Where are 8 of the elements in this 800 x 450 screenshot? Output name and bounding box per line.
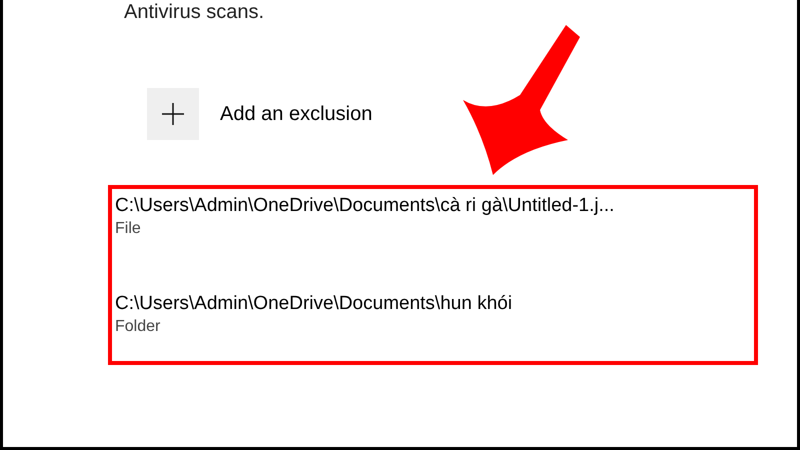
exclusion-type: Folder [115, 317, 162, 337]
exclusion-path[interactable]: C:\Users\Admin\OneDrive\Documents\cà ri gà\Untitled-1.j... [115, 193, 754, 219]
exclusion-path[interactable]: C:\Users\Admin\OneDrive\Documents\hun khói [115, 291, 754, 317]
add-button[interactable] [147, 88, 199, 140]
exclusion-type: File [115, 219, 142, 239]
add-exclusion-link[interactable]: Add an exclusion [220, 102, 372, 126]
description-text: Antivirus scans. [124, 0, 266, 24]
plus-icon [161, 102, 185, 126]
